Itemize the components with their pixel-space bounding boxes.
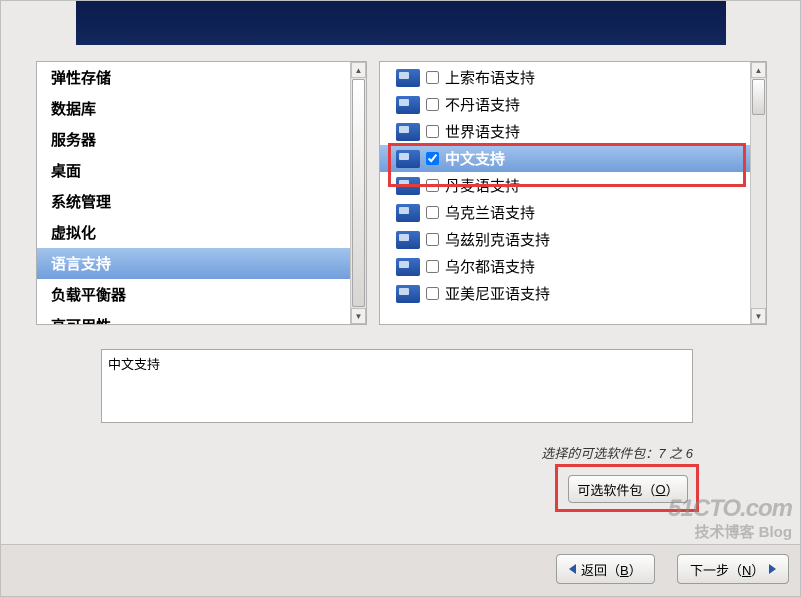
category-scrollbar[interactable]: ▲ ▼: [350, 62, 366, 324]
watermark: 51CTO.com 技术博客 Blog: [668, 495, 792, 542]
language-label: 世界语支持: [445, 121, 520, 142]
back-button[interactable]: 返回（B）: [556, 554, 655, 584]
language-label: 不丹语支持: [445, 94, 520, 115]
flag-icon: [396, 150, 420, 168]
scroll-up-icon[interactable]: ▲: [751, 62, 766, 78]
language-checkbox[interactable]: [426, 206, 439, 219]
language-item[interactable]: 乌克兰语支持: [380, 199, 750, 226]
description-text: 中文支持: [108, 357, 160, 372]
language-checkbox[interactable]: [426, 287, 439, 300]
flag-icon: [396, 258, 420, 276]
language-item[interactable]: 亚美尼亚语支持: [380, 280, 750, 307]
next-button[interactable]: 下一步（N）: [677, 554, 789, 584]
flag-icon: [396, 231, 420, 249]
language-label: 乌尔都语支持: [445, 256, 535, 277]
language-checkbox[interactable]: [426, 125, 439, 138]
category-item[interactable]: 服务器: [37, 124, 350, 155]
flag-icon: [396, 96, 420, 114]
category-item[interactable]: 负载平衡器: [37, 279, 350, 310]
arrow-right-icon: [769, 564, 776, 574]
optional-packages-button[interactable]: 可选软件包（O）: [568, 475, 688, 503]
language-item[interactable]: 乌尔都语支持: [380, 253, 750, 280]
language-checkbox[interactable]: [426, 152, 439, 165]
description-box: 中文支持: [101, 349, 693, 423]
category-item[interactable]: 语言支持: [37, 248, 350, 279]
flag-icon: [396, 123, 420, 141]
language-checkbox[interactable]: [426, 233, 439, 246]
category-item[interactable]: 弹性存储: [37, 62, 350, 93]
scroll-thumb[interactable]: [752, 79, 765, 115]
language-label: 上索布语支持: [445, 67, 535, 88]
arrow-left-icon: [569, 564, 576, 574]
category-item[interactable]: 系统管理: [37, 186, 350, 217]
package-count-label: 选择的可选软件包：7 之 6: [101, 443, 693, 462]
language-item[interactable]: 不丹语支持: [380, 91, 750, 118]
category-item[interactable]: 数据库: [37, 93, 350, 124]
flag-icon: [396, 177, 420, 195]
header-banner: [76, 1, 726, 45]
flag-icon: [396, 204, 420, 222]
language-label: 中文支持: [445, 148, 505, 169]
category-item[interactable]: 高可用性: [37, 310, 350, 324]
category-list-panel: 弹性存储数据库服务器桌面系统管理虚拟化语言支持负载平衡器高可用性 ▲ ▼: [36, 61, 367, 325]
category-item[interactable]: 虚拟化: [37, 217, 350, 248]
scroll-down-icon[interactable]: ▼: [351, 308, 366, 324]
category-item[interactable]: 桌面: [37, 155, 350, 186]
language-item[interactable]: 丹麦语支持: [380, 172, 750, 199]
scroll-thumb[interactable]: [352, 79, 365, 307]
language-checkbox[interactable]: [426, 71, 439, 84]
flag-icon: [396, 285, 420, 303]
bottom-bar: 返回（B） 下一步（N）: [1, 544, 800, 596]
language-item[interactable]: 世界语支持: [380, 118, 750, 145]
language-item[interactable]: 乌兹别克语支持: [380, 226, 750, 253]
language-item[interactable]: 中文支持: [380, 145, 750, 172]
language-list-panel: 上索布语支持不丹语支持世界语支持中文支持丹麦语支持乌克兰语支持乌兹别克语支持乌尔…: [379, 61, 767, 325]
language-checkbox[interactable]: [426, 179, 439, 192]
scroll-up-icon[interactable]: ▲: [351, 62, 366, 78]
language-checkbox[interactable]: [426, 260, 439, 273]
language-label: 乌兹别克语支持: [445, 229, 550, 250]
language-label: 亚美尼亚语支持: [445, 283, 550, 304]
language-scrollbar[interactable]: ▲ ▼: [750, 62, 766, 324]
language-label: 乌克兰语支持: [445, 202, 535, 223]
scroll-down-icon[interactable]: ▼: [751, 308, 766, 324]
language-checkbox[interactable]: [426, 98, 439, 111]
language-item[interactable]: 上索布语支持: [380, 64, 750, 91]
flag-icon: [396, 69, 420, 87]
language-label: 丹麦语支持: [445, 175, 520, 196]
